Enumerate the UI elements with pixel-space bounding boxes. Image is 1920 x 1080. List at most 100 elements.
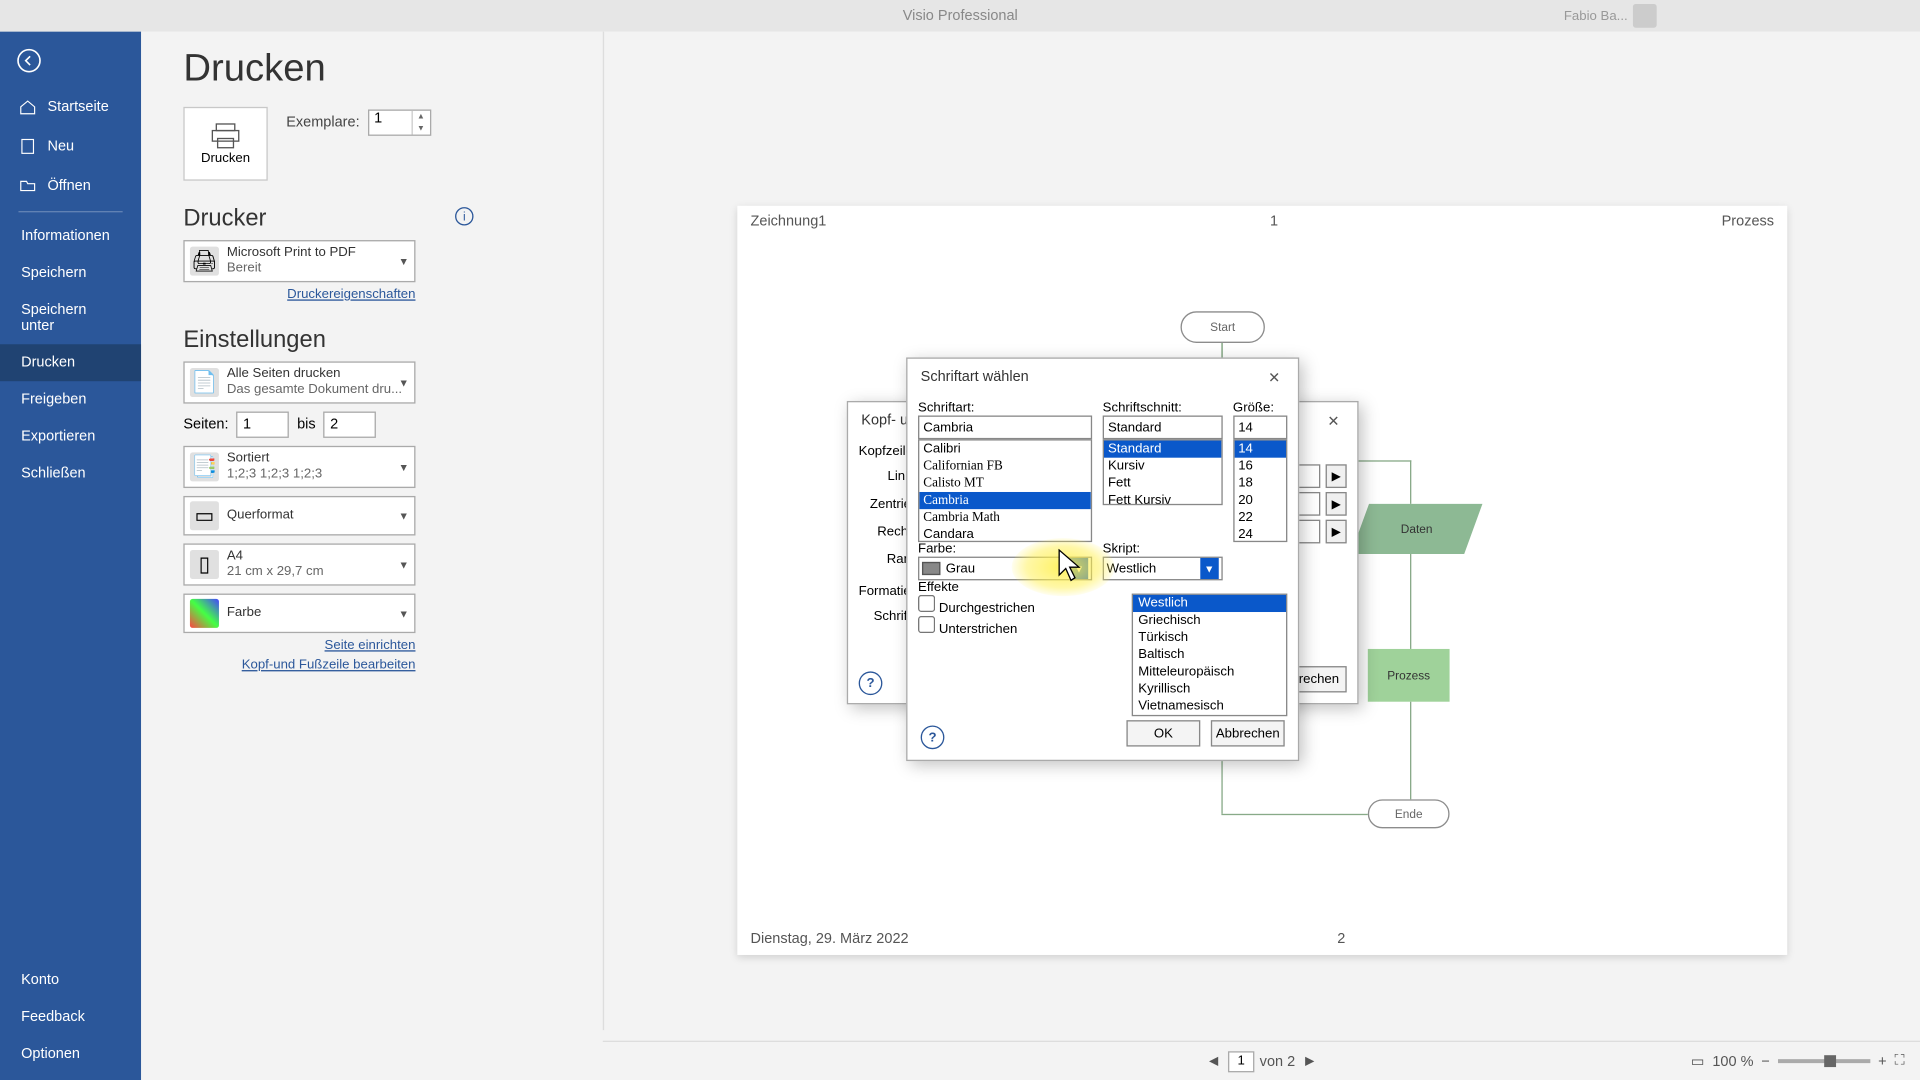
fit-page-icon[interactable]: ▭ <box>1691 1053 1705 1070</box>
close-button[interactable]: ✕ <box>1264 367 1285 388</box>
pages-label: Seiten: <box>183 417 228 433</box>
cancel-button[interactable]: Abbrechen <box>1211 720 1285 746</box>
printer-properties-link[interactable]: Druckereigenschaften <box>183 288 415 303</box>
list-item[interactable]: Standard <box>1104 441 1221 458</box>
size-list[interactable]: 14 16 18 20 22 24 26 28 <box>1233 439 1287 542</box>
page-input[interactable] <box>1228 1051 1254 1072</box>
page-setup-link[interactable]: Seite einrichten <box>183 638 415 653</box>
list-item[interactable]: Westlich <box>1133 595 1286 612</box>
script-dropdown[interactable]: Westlich Griechisch Türkisch Baltisch Mi… <box>1132 594 1288 717</box>
collate-combo[interactable]: 📑 Sortiert1;2;3 1;2;3 1;2;3 ▼ <box>183 446 415 488</box>
list-item[interactable]: Calisto MT <box>919 475 1090 492</box>
list-item[interactable]: Fett <box>1104 475 1221 492</box>
sidebar-item-konto[interactable]: Konto <box>0 962 141 999</box>
page-total: von 2 <box>1260 1053 1296 1069</box>
insert-button[interactable]: ▶ <box>1326 492 1347 516</box>
sidebar-item-speichern[interactable]: Speichern <box>0 255 141 292</box>
list-item[interactable]: 24 <box>1234 526 1286 542</box>
titlebar: Visio Professional Fabio Ba... <box>0 0 1920 32</box>
help-button[interactable]: ? <box>921 725 945 749</box>
underline-checkbox[interactable] <box>918 616 935 633</box>
size-input[interactable] <box>1233 415 1287 439</box>
print-button[interactable]: Drucken <box>183 107 267 181</box>
prev-page-button[interactable]: ◀ <box>1204 1052 1222 1070</box>
insert-button[interactable]: ▶ <box>1326 464 1347 488</box>
list-item[interactable]: Türkisch <box>1133 629 1286 646</box>
list-item[interactable]: Californian FB <box>919 458 1090 475</box>
list-item[interactable]: 14 <box>1234 441 1286 458</box>
zoom-slider[interactable] <box>1778 1059 1870 1063</box>
sidebar-label: Konto <box>21 972 59 988</box>
zoom-out-button[interactable]: − <box>1761 1053 1769 1069</box>
list-item[interactable]: 18 <box>1234 475 1286 492</box>
sidebar-item-optionen[interactable]: Optionen <box>0 1035 141 1072</box>
pages-from-input[interactable] <box>236 412 289 438</box>
list-item[interactable]: 16 <box>1234 458 1286 475</box>
list-item[interactable]: Mitteleuropäisch <box>1133 663 1286 680</box>
script-label: Skript: <box>1103 542 1140 557</box>
style-input[interactable] <box>1103 415 1223 439</box>
sidebar-label: Speichern unter <box>21 302 120 334</box>
font-input[interactable] <box>918 415 1092 439</box>
font-color-combo[interactable]: Grau ▼ <box>918 557 1092 581</box>
list-item[interactable]: Calibri <box>919 441 1090 458</box>
sidebar-item-startseite[interactable]: Startseite <box>0 87 141 127</box>
next-page-button[interactable]: ▶ <box>1300 1052 1318 1070</box>
list-item[interactable]: Cambria <box>919 492 1090 509</box>
list-item[interactable]: Griechisch <box>1133 612 1286 629</box>
sidebar-item-oeffnen[interactable]: Öffnen <box>0 166 141 206</box>
fit-width-icon[interactable]: ⛶ <box>1894 1053 1904 1070</box>
sidebar-item-informationen[interactable]: Informationen <box>0 218 141 255</box>
sidebar-item-speichern-unter[interactable]: Speichern unter <box>0 291 141 344</box>
header-footer-link[interactable]: Kopf-und Fußzeile bearbeiten <box>183 658 415 673</box>
pages-to-input[interactable] <box>324 412 377 438</box>
script-combo[interactable]: Westlich ▼ <box>1103 557 1223 581</box>
print-button-label: Drucken <box>201 151 250 166</box>
list-item[interactable]: 20 <box>1234 492 1286 509</box>
pages-combo[interactable]: 📄 Alle Seiten drucken Das gesamte Dokume… <box>183 361 415 403</box>
sidebar-item-drucken[interactable]: Drucken <box>0 344 141 381</box>
copies-spinner[interactable]: 1 ▲▼ <box>368 109 431 135</box>
list-item[interactable]: Fett Kursiv <box>1104 492 1221 505</box>
main-area: Drucken Drucken Exemplare: 1 ▲▼ Drucker … <box>141 32 1920 1080</box>
list-item[interactable]: Cambria Math <box>919 509 1090 526</box>
style-label: Schriftschnitt: <box>1103 401 1182 416</box>
sidebar-item-schliessen[interactable]: Schließen <box>0 455 141 492</box>
sidebar-label: Freigeben <box>21 392 86 408</box>
orientation-combo[interactable]: ▭ Querformat ▼ <box>183 496 415 536</box>
zoom-in-button[interactable]: + <box>1878 1053 1886 1069</box>
sidebar-item-exportieren[interactable]: Exportieren <box>0 418 141 455</box>
user-badge[interactable]: Fabio Ba... <box>1564 4 1657 28</box>
shape-start: Start <box>1181 311 1265 343</box>
spinner-down-icon[interactable]: ▼ <box>412 123 429 135</box>
pages-to-label: bis <box>297 417 316 433</box>
color-combo[interactable]: Farbe ▼ <box>183 594 415 634</box>
sidebar-item-freigeben[interactable]: Freigeben <box>0 381 141 418</box>
list-item[interactable]: Kyrillisch <box>1133 681 1286 698</box>
list-item[interactable]: Baltisch <box>1133 646 1286 663</box>
print-panel: Drucken Exemplare: 1 ▲▼ Drucker i 🖨 Micr… <box>183 107 473 673</box>
printer-status: Bereit <box>227 261 409 277</box>
sidebar-item-neu[interactable]: Neu <box>0 127 141 167</box>
style-list[interactable]: Standard Kursiv Fett Fett Kursiv <box>1103 439 1223 505</box>
list-item[interactable]: Kursiv <box>1104 458 1221 475</box>
chevron-down-icon: ▼ <box>398 559 408 571</box>
shape-process: Prozess <box>1368 649 1450 702</box>
list-item[interactable]: 22 <box>1234 509 1286 526</box>
zoom-thumb[interactable] <box>1824 1055 1836 1067</box>
strike-checkbox[interactable] <box>918 595 935 612</box>
list-item[interactable]: Candara <box>919 526 1090 542</box>
help-button[interactable]: ? <box>859 671 883 695</box>
list-item[interactable]: Vietnamesisch <box>1133 698 1286 715</box>
ok-button[interactable]: OK <box>1126 720 1200 746</box>
spinner-up-icon[interactable]: ▲ <box>412 111 429 123</box>
font-list[interactable]: Calibri Californian FB Calisto MT Cambri… <box>918 439 1092 542</box>
paper-combo[interactable]: ▯ A421 cm x 29,7 cm ▼ <box>183 543 415 585</box>
insert-button[interactable]: ▶ <box>1326 520 1347 544</box>
info-icon[interactable]: i <box>455 207 473 225</box>
printer-combo[interactable]: 🖨 Microsoft Print to PDF Bereit ▼ <box>183 240 415 282</box>
close-button[interactable]: ✕ <box>1323 410 1344 431</box>
sidebar-item-feedback[interactable]: Feedback <box>0 998 141 1035</box>
back-button[interactable] <box>3 34 56 87</box>
zoom-controls: ▭ 100 % − + ⛶ <box>1691 1053 1905 1070</box>
